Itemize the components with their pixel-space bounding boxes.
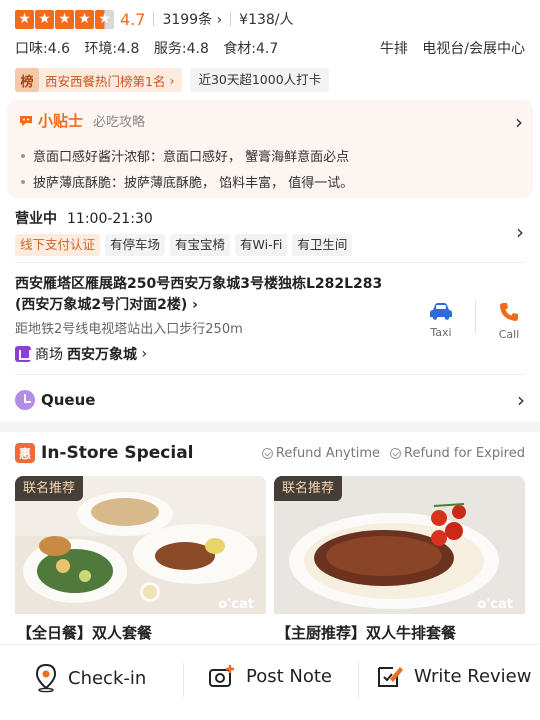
- tips-subtitle: 必吃攻略: [93, 115, 146, 130]
- mall-icon: [15, 346, 31, 362]
- star-icon: ★: [15, 9, 34, 29]
- divider: [153, 12, 155, 26]
- area-tag[interactable]: 电视台/会展中心: [422, 41, 525, 57]
- tip-item: 披萨薄底酥脆：披萨薄底酥脆， 馅料丰富， 值得一试。: [21, 172, 353, 191]
- checkin-label: Check-in: [68, 667, 147, 689]
- ranking-label: 西安西餐热门榜第1名: [45, 73, 166, 89]
- divider: [358, 663, 359, 697]
- divider: [475, 300, 476, 334]
- chevron-right-icon: ›: [137, 346, 148, 362]
- call-label: Call: [498, 328, 520, 341]
- deal-name: 【全日餐】双人套餐: [17, 624, 153, 642]
- in-store-special-header: 惠 In-Store Special Refund Anytime Refund…: [15, 442, 525, 464]
- brand-logo: o'cat: [477, 597, 513, 612]
- chevron-right-icon: ›: [515, 110, 523, 134]
- queue-row[interactable]: Queue ›: [15, 388, 525, 412]
- tips-title: 小贴士: [38, 112, 84, 130]
- hours-chevron-right-icon[interactable]: ›: [516, 222, 524, 242]
- category-tag[interactable]: 牛排: [380, 41, 408, 57]
- amenity-tag: 线下支付认证: [15, 234, 101, 256]
- divider: [183, 663, 184, 697]
- post-note-button[interactable]: Post Note: [208, 663, 332, 689]
- chevron-right-icon: ›: [192, 297, 198, 313]
- score-taste: 口味:4.6: [15, 41, 70, 57]
- queue-label: Queue: [41, 391, 96, 409]
- taxi-label: Taxi: [430, 326, 452, 339]
- deal-photo-set-meal: [15, 476, 266, 644]
- camera-plus-icon: [209, 665, 234, 687]
- write-review-button[interactable]: Write Review: [376, 663, 531, 689]
- check-circle-icon: [390, 447, 402, 459]
- score-ingredients: 食材:4.7: [223, 41, 279, 57]
- checkin-button[interactable]: Check-in: [34, 663, 146, 693]
- divider: [15, 374, 525, 375]
- amenity-tag: 有卫生间: [292, 234, 353, 256]
- star-icon: ★: [55, 9, 74, 29]
- rating-score: 4.7: [120, 9, 146, 29]
- checkin-chip: 近30天超1000人打卡: [190, 68, 330, 92]
- address-line2: (西安万象城2号门对面2楼): [15, 297, 188, 313]
- business-hours: 营业中 11:00-21:30: [15, 208, 153, 228]
- edit-review-icon: [378, 667, 403, 687]
- divider: [15, 262, 525, 263]
- review-count: 3199条: [162, 12, 213, 28]
- score-service: 服务:4.8: [153, 41, 209, 57]
- rating-row: ★ ★ ★ ★ ★ 4.7 3199条 › ¥138/人: [15, 7, 294, 31]
- amenity-tag: 有停车场: [105, 234, 166, 256]
- location-pin-icon: [35, 663, 57, 693]
- mall-prefix: 商场: [35, 347, 63, 363]
- tips-card[interactable]: 小贴士 必吃攻略 › 意面口感好酱汁浓郁：意面口感好， 蟹膏海鲜意面必点 披萨薄…: [7, 100, 533, 198]
- bottom-action-bar: Check-in Post Note Write Review: [0, 644, 540, 720]
- refund-expired: Refund for Expired: [390, 446, 525, 461]
- refund-anytime: Refund Anytime: [261, 446, 380, 461]
- deal-name: 【主厨推荐】双人牛排套餐: [276, 624, 457, 642]
- amenities-row: 线下支付认证 有停车场 有宝宝椅 有Wi-Fi 有卫生间: [15, 234, 353, 256]
- chevron-right-icon: ›: [517, 388, 525, 412]
- rating-stars: ★ ★ ★ ★ ★: [15, 9, 114, 29]
- car-icon: [430, 303, 452, 320]
- taxi-button[interactable]: Taxi: [421, 302, 461, 339]
- deal-photo-steak: [274, 476, 525, 644]
- write-review-label: Write Review: [414, 665, 532, 687]
- mall-link[interactable]: 商场 西安万象城 ›: [15, 344, 147, 364]
- deal-card[interactable]: 联名推荐 o'cat 【全日餐】双人套餐: [15, 476, 266, 644]
- call-button[interactable]: Call: [489, 302, 529, 341]
- clock-icon: [15, 390, 35, 410]
- section-title: In-Store Special: [41, 443, 194, 463]
- ranking-badge-icon: 榜: [15, 68, 39, 92]
- phone-icon: [500, 303, 518, 321]
- half-star-icon: ★: [95, 9, 114, 29]
- deal-card[interactable]: 联名推荐 o'cat 【主厨推荐】双人牛排套餐: [274, 476, 525, 644]
- review-count-link[interactable]: 3199条 ›: [162, 9, 222, 29]
- open-status: 营业中: [15, 211, 57, 227]
- distance-info: 距地铁2号线电视塔站出入口步行250m: [15, 322, 243, 337]
- co-brand-tag: 联名推荐: [15, 476, 84, 501]
- star-icon: ★: [35, 9, 54, 29]
- ranking-chip[interactable]: 榜 西安西餐热门榜第1名 ›: [15, 68, 183, 92]
- sub-scores-row: 口味:4.6 环境:4.8 服务:4.8 食材:4.7 牛排 电视台/会展中心: [15, 38, 525, 58]
- tip-item: 意面口感好酱汁浓郁：意面口感好， 蟹膏海鲜意面必点: [21, 146, 349, 165]
- mall-name: 西安万象城: [67, 347, 137, 363]
- chevron-right-icon: ›: [165, 72, 175, 88]
- star-icon: ★: [75, 9, 94, 29]
- tips-icon: [17, 112, 35, 130]
- discount-icon: 惠: [15, 443, 35, 463]
- score-environment: 环境:4.8: [84, 41, 140, 57]
- address[interactable]: 西安雁塔区雁展路250号西安万象城3号楼独栋L282L283 (西安万象城2号门…: [15, 274, 415, 316]
- divider: [230, 12, 232, 26]
- amenity-tag: 有Wi-Fi: [235, 234, 288, 256]
- hours-time: 11:00-21:30: [67, 211, 153, 227]
- rank-row: 榜 西安西餐热门榜第1名 › 近30天超1000人打卡: [15, 68, 330, 92]
- address-line1: 西安雁塔区雁展路250号西安万象城3号楼独栋L282L283: [15, 276, 383, 292]
- brand-logo: o'cat: [218, 597, 254, 612]
- section-separator: [0, 422, 540, 432]
- check-circle-icon: [261, 447, 273, 459]
- post-note-label: Post Note: [246, 665, 332, 687]
- amenity-tag: 有宝宝椅: [170, 234, 231, 256]
- co-brand-tag: 联名推荐: [274, 476, 343, 501]
- price-per-person: ¥138/人: [239, 12, 294, 28]
- chevron-right-icon: ›: [216, 12, 223, 28]
